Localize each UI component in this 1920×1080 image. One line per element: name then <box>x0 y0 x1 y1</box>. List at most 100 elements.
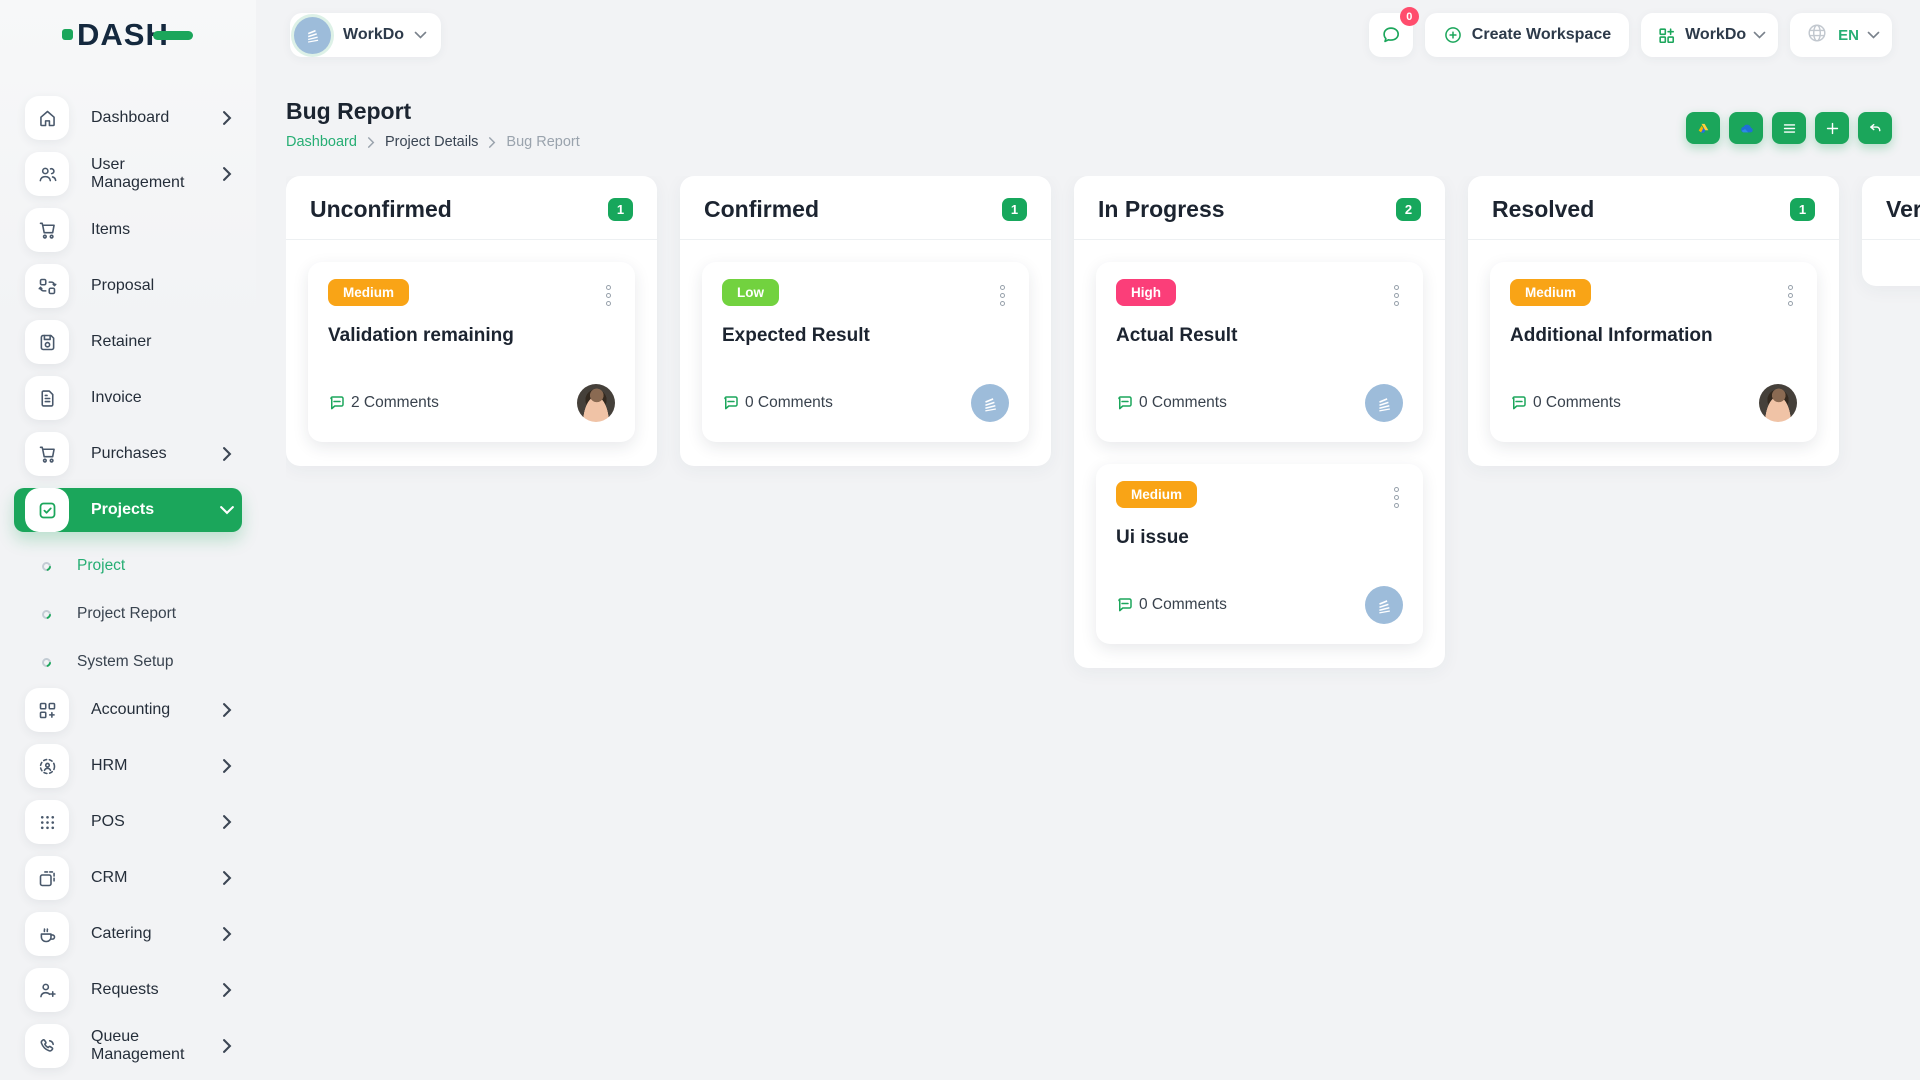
list-view-button[interactable] <box>1772 112 1806 144</box>
app-logo[interactable]: DASH <box>62 16 193 52</box>
sidebar-item-label: User Management <box>91 156 222 192</box>
document-icon <box>25 376 69 420</box>
kanban-card[interactable]: Medium Additional Information 0 Comments <box>1490 262 1817 442</box>
chevron-right-icon <box>222 447 232 461</box>
chevron-right-icon <box>222 927 232 941</box>
comments-link[interactable]: 0 Comments <box>1116 596 1227 614</box>
priority-badge: Medium <box>328 279 409 306</box>
assignee-avatar[interactable] <box>1759 384 1797 422</box>
card-menu-button[interactable] <box>602 279 615 312</box>
create-workspace-button[interactable]: Create Workspace <box>1425 13 1629 57</box>
language-selector[interactable]: EN <box>1790 13 1892 57</box>
sidebar-item-crm[interactable]: CRM <box>14 856 242 900</box>
breadcrumb: Dashboard Project Details Bug Report <box>286 134 580 150</box>
sidebar-subitem-project-report[interactable]: Project Report <box>14 592 242 636</box>
comments-count: 0 Comments <box>1533 394 1621 412</box>
sidebar-item-proposal[interactable]: Proposal <box>14 264 242 308</box>
sidebar-subitem-system-setup[interactable]: System Setup <box>14 640 242 684</box>
sidebar-item-requests[interactable]: Requests <box>14 968 242 1012</box>
chevron-down-icon <box>1755 29 1764 41</box>
sidebar-item-label: Items <box>91 221 130 239</box>
kanban-column-verified: Verified <box>1862 176 1920 286</box>
sidebar-item-pos[interactable]: POS <box>14 800 242 844</box>
breadcrumb-project-details-link[interactable]: Project Details <box>385 134 478 150</box>
google-drive-icon <box>1695 120 1712 137</box>
column-count-badge: 2 <box>1396 198 1421 221</box>
layers-icon <box>25 856 69 900</box>
chevron-right-icon <box>222 871 232 885</box>
sidebar-item-accounting[interactable]: Accounting <box>14 688 242 732</box>
sidebar-item-label: Queue Management <box>91 1028 222 1064</box>
column-count-badge: 1 <box>1002 198 1027 221</box>
comments-link[interactable]: 0 Comments <box>1510 394 1621 412</box>
sidebar-item-label: Proposal <box>91 277 154 295</box>
sidebar-item-dashboard[interactable]: Dashboard <box>14 96 242 140</box>
list-icon <box>1781 120 1798 137</box>
workspace-avatar[interactable] <box>1365 384 1403 422</box>
add-button[interactable] <box>1815 112 1849 144</box>
card-title: Additional Information <box>1510 325 1797 347</box>
sidebar-item-label: Purchases <box>91 445 167 463</box>
comments-link[interactable]: 0 Comments <box>722 394 833 412</box>
home-icon <box>25 96 69 140</box>
workspace-switcher-label: WorkDo <box>1685 26 1746 44</box>
chevron-down-icon <box>1869 29 1878 41</box>
sidebar-item-label: Dashboard <box>91 109 169 127</box>
chevron-right-icon <box>222 759 232 773</box>
sidebar-item-user-management[interactable]: User Management <box>14 152 242 196</box>
chevron-right-icon <box>222 815 232 829</box>
column-count-badge: 1 <box>1790 198 1815 221</box>
breadcrumb-dashboard-link[interactable]: Dashboard <box>286 134 357 150</box>
user-plus-icon <box>25 968 69 1012</box>
chevron-right-icon <box>222 167 232 181</box>
logo-dot <box>62 29 73 40</box>
check-square-icon <box>25 488 69 532</box>
comment-icon <box>1510 394 1528 412</box>
back-button[interactable] <box>1858 112 1892 144</box>
sidebar-item-invoice[interactable]: Invoice <box>14 376 242 420</box>
board-toolbar <box>1686 112 1892 144</box>
workspace-avatar[interactable] <box>971 384 1009 422</box>
sidebar-subitem-label: System Setup <box>77 653 174 671</box>
chevron-right-icon <box>488 137 496 148</box>
workspace-avatar[interactable] <box>1365 586 1403 624</box>
google-drive-button[interactable] <box>1686 112 1720 144</box>
workspace-name: WorkDo <box>343 26 404 44</box>
kanban-card[interactable]: Medium Ui issue 0 Comments <box>1096 464 1423 644</box>
kanban-card[interactable]: High Actual Result 0 Comments <box>1096 262 1423 442</box>
sidebar-item-items[interactable]: Items <box>14 208 242 252</box>
card-title: Expected Result <box>722 325 1009 347</box>
card-menu-button[interactable] <box>996 279 1009 312</box>
messages-button[interactable]: 0 <box>1369 13 1413 57</box>
card-menu-button[interactable] <box>1390 481 1403 514</box>
sidebar-item-queue-management[interactable]: Queue Management <box>14 1024 242 1068</box>
topbar-actions: 0 Create Workspace WorkDo EN <box>1369 13 1892 57</box>
sidebar-item-projects[interactable]: Projects <box>14 488 242 532</box>
phone-icon <box>25 1024 69 1068</box>
card-menu-button[interactable] <box>1784 279 1797 312</box>
onedrive-button[interactable] <box>1729 112 1763 144</box>
sidebar: DASH Dashboard User Management Items <box>0 0 256 1080</box>
workspace-selector[interactable]: WorkDo <box>290 13 441 57</box>
create-workspace-label: Create Workspace <box>1472 26 1611 44</box>
sidebar-item-purchases[interactable]: Purchases <box>14 432 242 476</box>
sidebar-subitem-project[interactable]: Project <box>14 544 242 588</box>
sidebar-nav: Dashboard User Management Items Proposal <box>0 96 256 1080</box>
sidebar-item-label: HRM <box>91 757 127 775</box>
workspace-switcher[interactable]: WorkDo <box>1641 13 1778 57</box>
kanban-card[interactable]: Low Expected Result 0 Comments <box>702 262 1029 442</box>
comments-link[interactable]: 2 Comments <box>328 394 439 412</box>
column-count-badge: 1 <box>608 198 633 221</box>
assignee-avatar[interactable] <box>577 384 615 422</box>
sidebar-item-retainer[interactable]: Retainer <box>14 320 242 364</box>
kanban-card[interactable]: Medium Validation remaining 2 Comments <box>308 262 635 442</box>
sidebar-item-label: CRM <box>91 869 127 887</box>
priority-badge: Medium <box>1116 481 1197 508</box>
bullet-icon <box>40 656 53 669</box>
comments-link[interactable]: 0 Comments <box>1116 394 1227 412</box>
card-menu-button[interactable] <box>1390 279 1403 312</box>
sidebar-item-catering[interactable]: Catering <box>14 912 242 956</box>
sidebar-item-hrm[interactable]: HRM <box>14 744 242 788</box>
priority-badge: Medium <box>1510 279 1591 306</box>
comments-count: 0 Comments <box>745 394 833 412</box>
